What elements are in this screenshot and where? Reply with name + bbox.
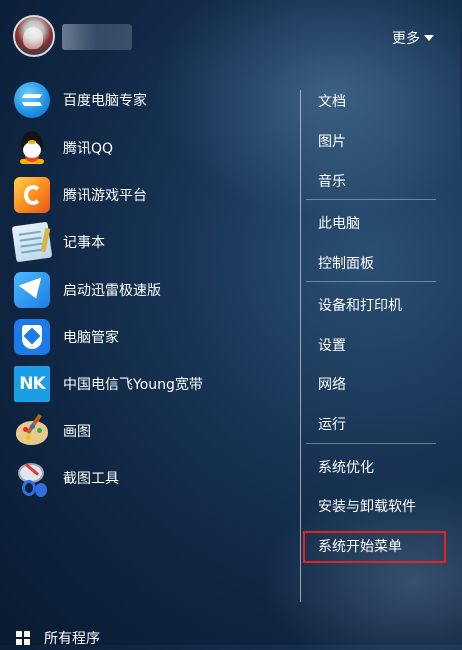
program-label: 百度电脑专家 [63, 93, 147, 109]
tencent-game-icon [14, 177, 50, 213]
program-label: 电脑管家 [63, 330, 119, 346]
program-label: 腾讯游戏平台 [63, 188, 147, 204]
all-programs-label: 所有程序 [44, 631, 100, 647]
program-item-qq[interactable]: 腾讯QQ [14, 128, 284, 168]
program-item-tencent-game[interactable]: 腾讯游戏平台 [14, 175, 284, 215]
column-divider [300, 90, 301, 602]
nk-icon: NK [14, 366, 50, 402]
program-label: 画图 [63, 424, 91, 440]
program-item-pc-manager[interactable]: 电脑管家 [14, 317, 284, 357]
highlight-box [303, 531, 446, 563]
program-label: 中国电信飞Young宽带 [63, 377, 203, 393]
right-item-run[interactable]: 运行 [318, 414, 346, 434]
all-programs-button[interactable]: 所有程序 [16, 628, 100, 648]
user-avatar[interactable] [13, 15, 55, 57]
more-label: 更多 [392, 31, 420, 47]
snipping-tool-icon [14, 460, 50, 496]
program-item-snipping-tool[interactable]: 截图工具 [14, 458, 284, 498]
notepad-icon [11, 221, 53, 263]
program-item-xunlei[interactable]: 启动迅雷极速版 [14, 270, 284, 310]
program-label: 启动迅雷极速版 [63, 283, 161, 299]
right-item-this-pc[interactable]: 此电脑 [318, 213, 360, 233]
program-item-baidu[interactable]: 百度电脑专家 [14, 80, 284, 120]
right-item-devices-printers[interactable]: 设备和打印机 [318, 295, 402, 315]
xunlei-icon [14, 272, 50, 308]
right-item-pictures[interactable]: 图片 [318, 131, 346, 151]
menu-separator [306, 443, 436, 444]
program-label: 记事本 [63, 235, 105, 251]
username-blurred [62, 24, 132, 50]
menu-separator [306, 199, 436, 200]
baidu-icon [14, 82, 50, 118]
paint-palette-icon [14, 413, 50, 449]
pc-manager-shield-icon [14, 319, 50, 355]
program-item-paint[interactable]: 画图 [14, 411, 284, 451]
program-item-feiyoung[interactable]: NK 中国电信飞Young宽带 [14, 364, 284, 404]
more-dropdown-button[interactable]: 更多 [392, 28, 434, 48]
right-item-settings[interactable]: 设置 [318, 335, 346, 355]
menu-separator [306, 281, 436, 282]
program-label: 腾讯QQ [63, 141, 114, 157]
right-item-install-uninstall[interactable]: 安装与卸载软件 [318, 496, 416, 516]
right-item-documents[interactable]: 文档 [318, 91, 346, 111]
program-item-notepad[interactable]: 记事本 [11, 221, 284, 263]
right-item-control-panel[interactable]: 控制面板 [318, 253, 374, 273]
caret-down-icon [424, 35, 434, 41]
program-label: 截图工具 [63, 471, 119, 487]
qq-penguin-icon [14, 130, 50, 166]
right-item-music[interactable]: 音乐 [318, 171, 346, 191]
right-item-network[interactable]: 网络 [318, 374, 346, 394]
windows-logo-icon [16, 631, 30, 645]
right-item-system-optimize[interactable]: 系统优化 [318, 457, 374, 477]
